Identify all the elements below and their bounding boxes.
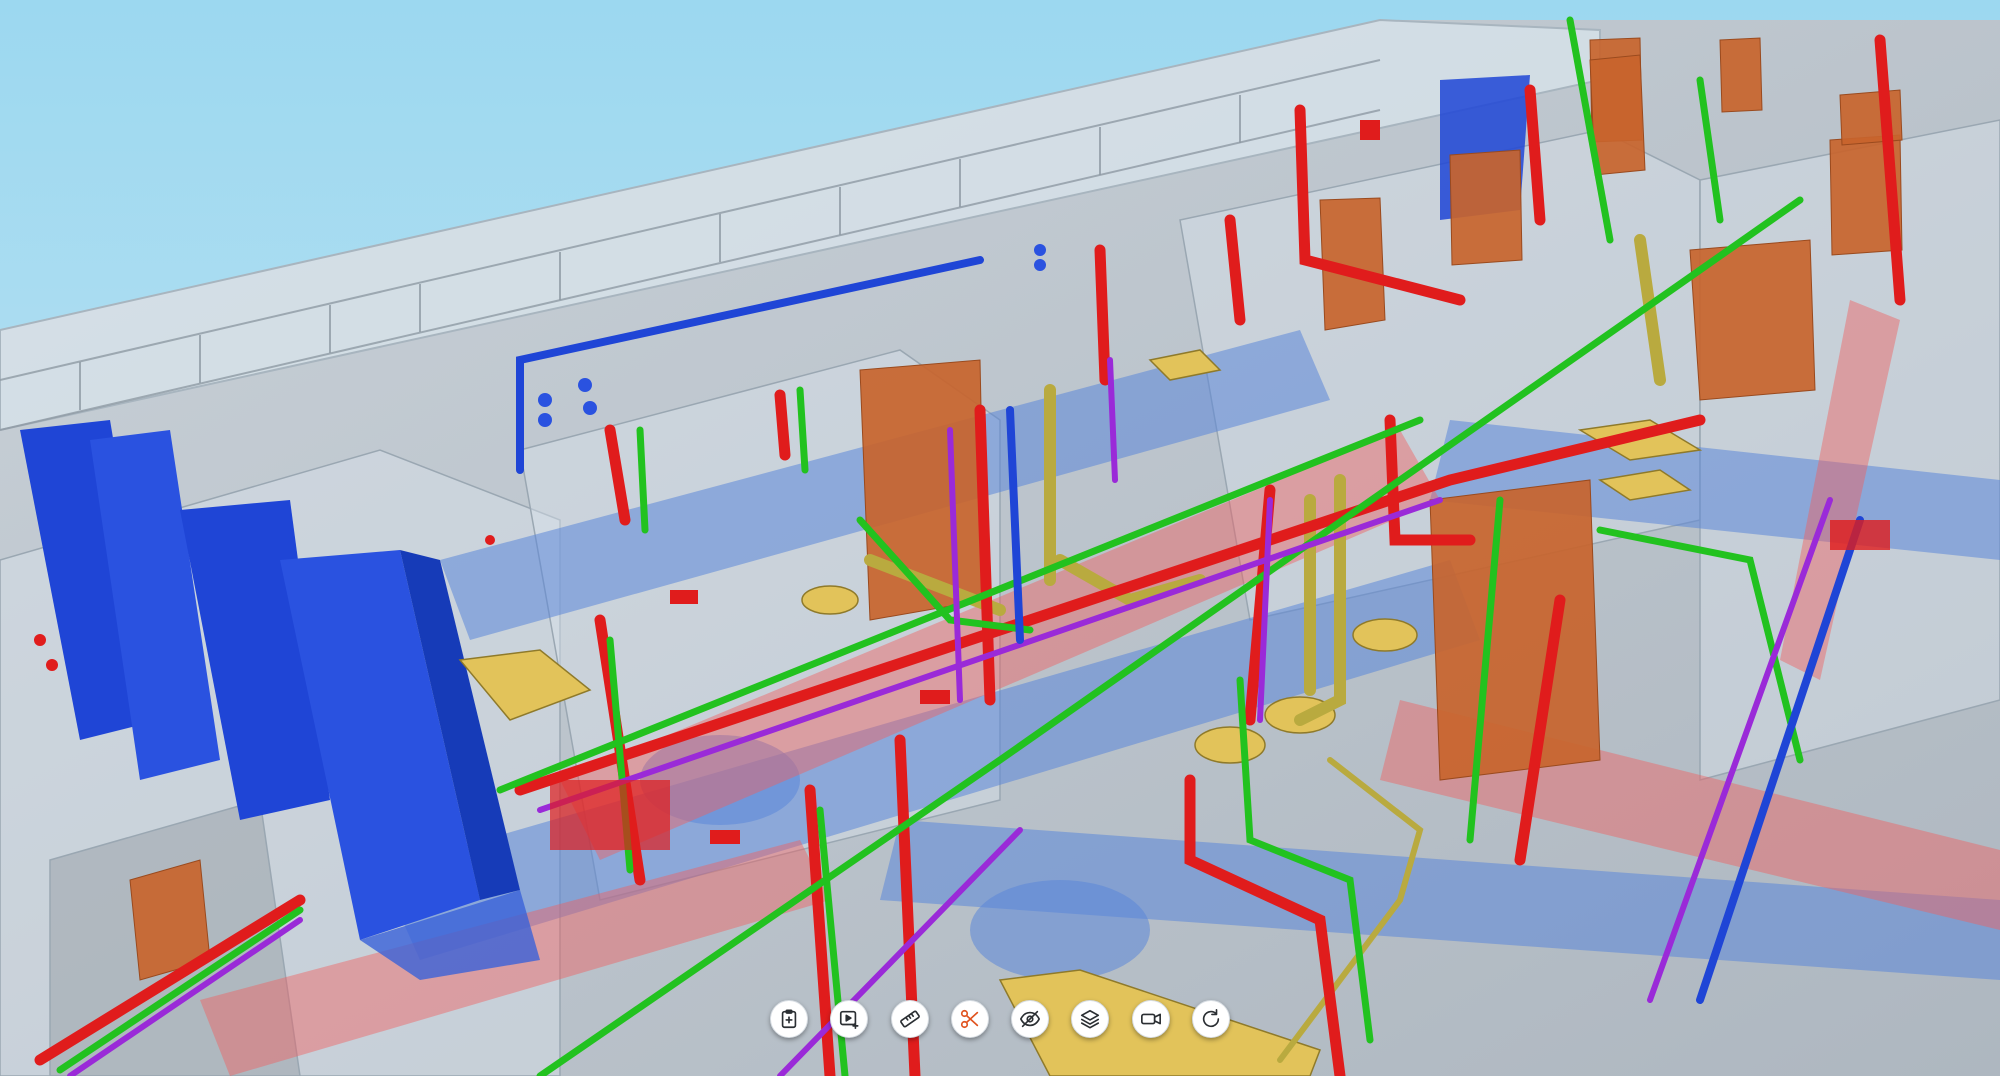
hide-button[interactable] bbox=[1011, 1000, 1050, 1038]
video-camera-icon bbox=[1140, 1013, 1161, 1025]
3d-viewport[interactable] bbox=[0, 0, 2000, 1076]
clipboard-add-icon bbox=[781, 1009, 797, 1029]
bim-viewer-app bbox=[0, 0, 2000, 1076]
screen-add-icon bbox=[840, 1010, 859, 1029]
clipboard-add-button[interactable] bbox=[770, 1000, 808, 1038]
scissors-icon bbox=[960, 1009, 979, 1029]
measure-button[interactable] bbox=[890, 1000, 929, 1038]
camera-button[interactable] bbox=[1131, 1000, 1170, 1038]
cut-button[interactable] bbox=[950, 1000, 989, 1038]
viewer-toolbar bbox=[770, 997, 1230, 1041]
layers-icon bbox=[1081, 1009, 1100, 1029]
rotate-icon bbox=[1202, 1009, 1220, 1028]
eye-off-icon bbox=[1020, 1010, 1041, 1028]
layers-button[interactable] bbox=[1071, 1000, 1110, 1038]
ruler-icon bbox=[899, 1010, 920, 1028]
screen-add-button[interactable] bbox=[830, 1000, 869, 1038]
reset-view-button[interactable] bbox=[1191, 1000, 1230, 1038]
